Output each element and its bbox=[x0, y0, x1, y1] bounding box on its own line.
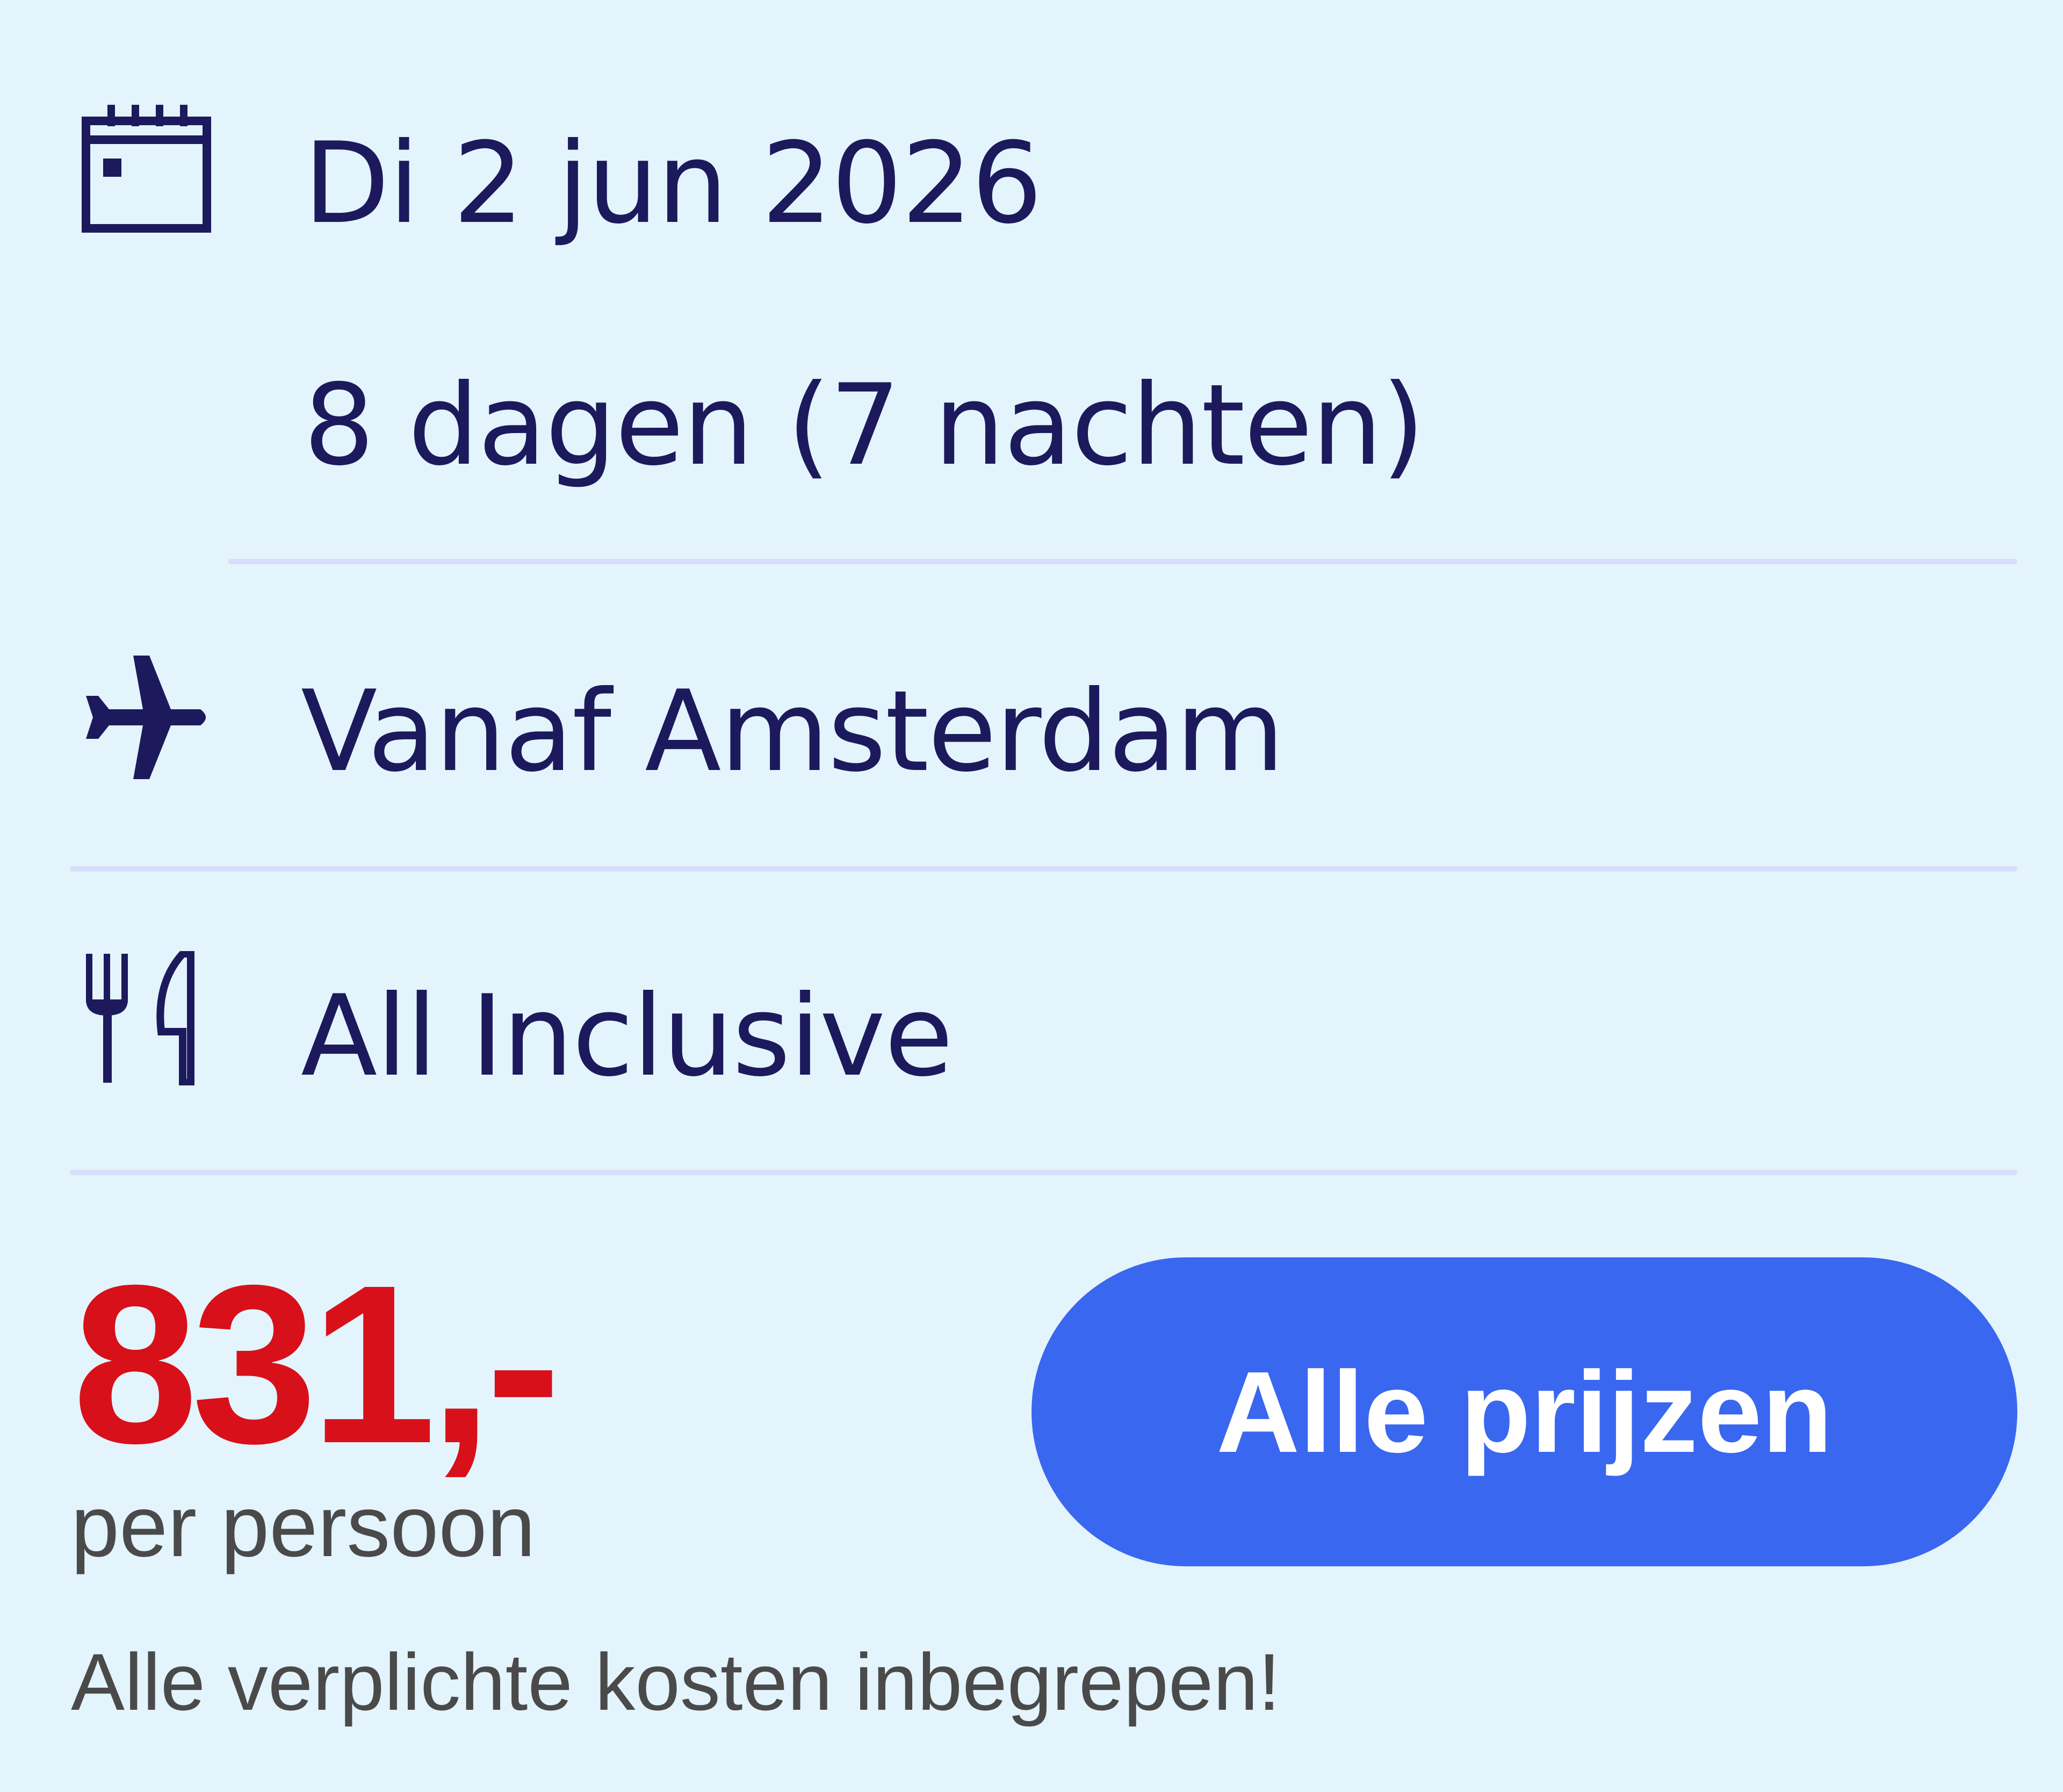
divider bbox=[70, 866, 2017, 872]
price: 831,- bbox=[73, 1239, 561, 1491]
calendar-icon bbox=[82, 105, 211, 233]
all-prices-button[interactable]: Alle prijzen bbox=[1032, 1257, 2017, 1566]
fork-knife-icon bbox=[86, 951, 194, 1085]
divider bbox=[228, 559, 2017, 564]
price-per-person-label: per persoon bbox=[71, 1478, 536, 1575]
departure-airport: Vanaf Amsterdam bbox=[301, 667, 1285, 797]
trip-card: Di 2 jun 2026 8 dagen (7 nachten) Vanaf … bbox=[0, 0, 2063, 1792]
costs-included-note: Alle verplichte kosten inbegrepen! bbox=[71, 1637, 1281, 1727]
trip-date: Di 2 jun 2026 bbox=[304, 119, 1042, 249]
divider bbox=[70, 1170, 2017, 1175]
trip-duration: 8 dagen (7 nachten) bbox=[304, 361, 1425, 491]
airplane-icon bbox=[86, 656, 206, 779]
board-type: All Inclusive bbox=[301, 971, 953, 1102]
